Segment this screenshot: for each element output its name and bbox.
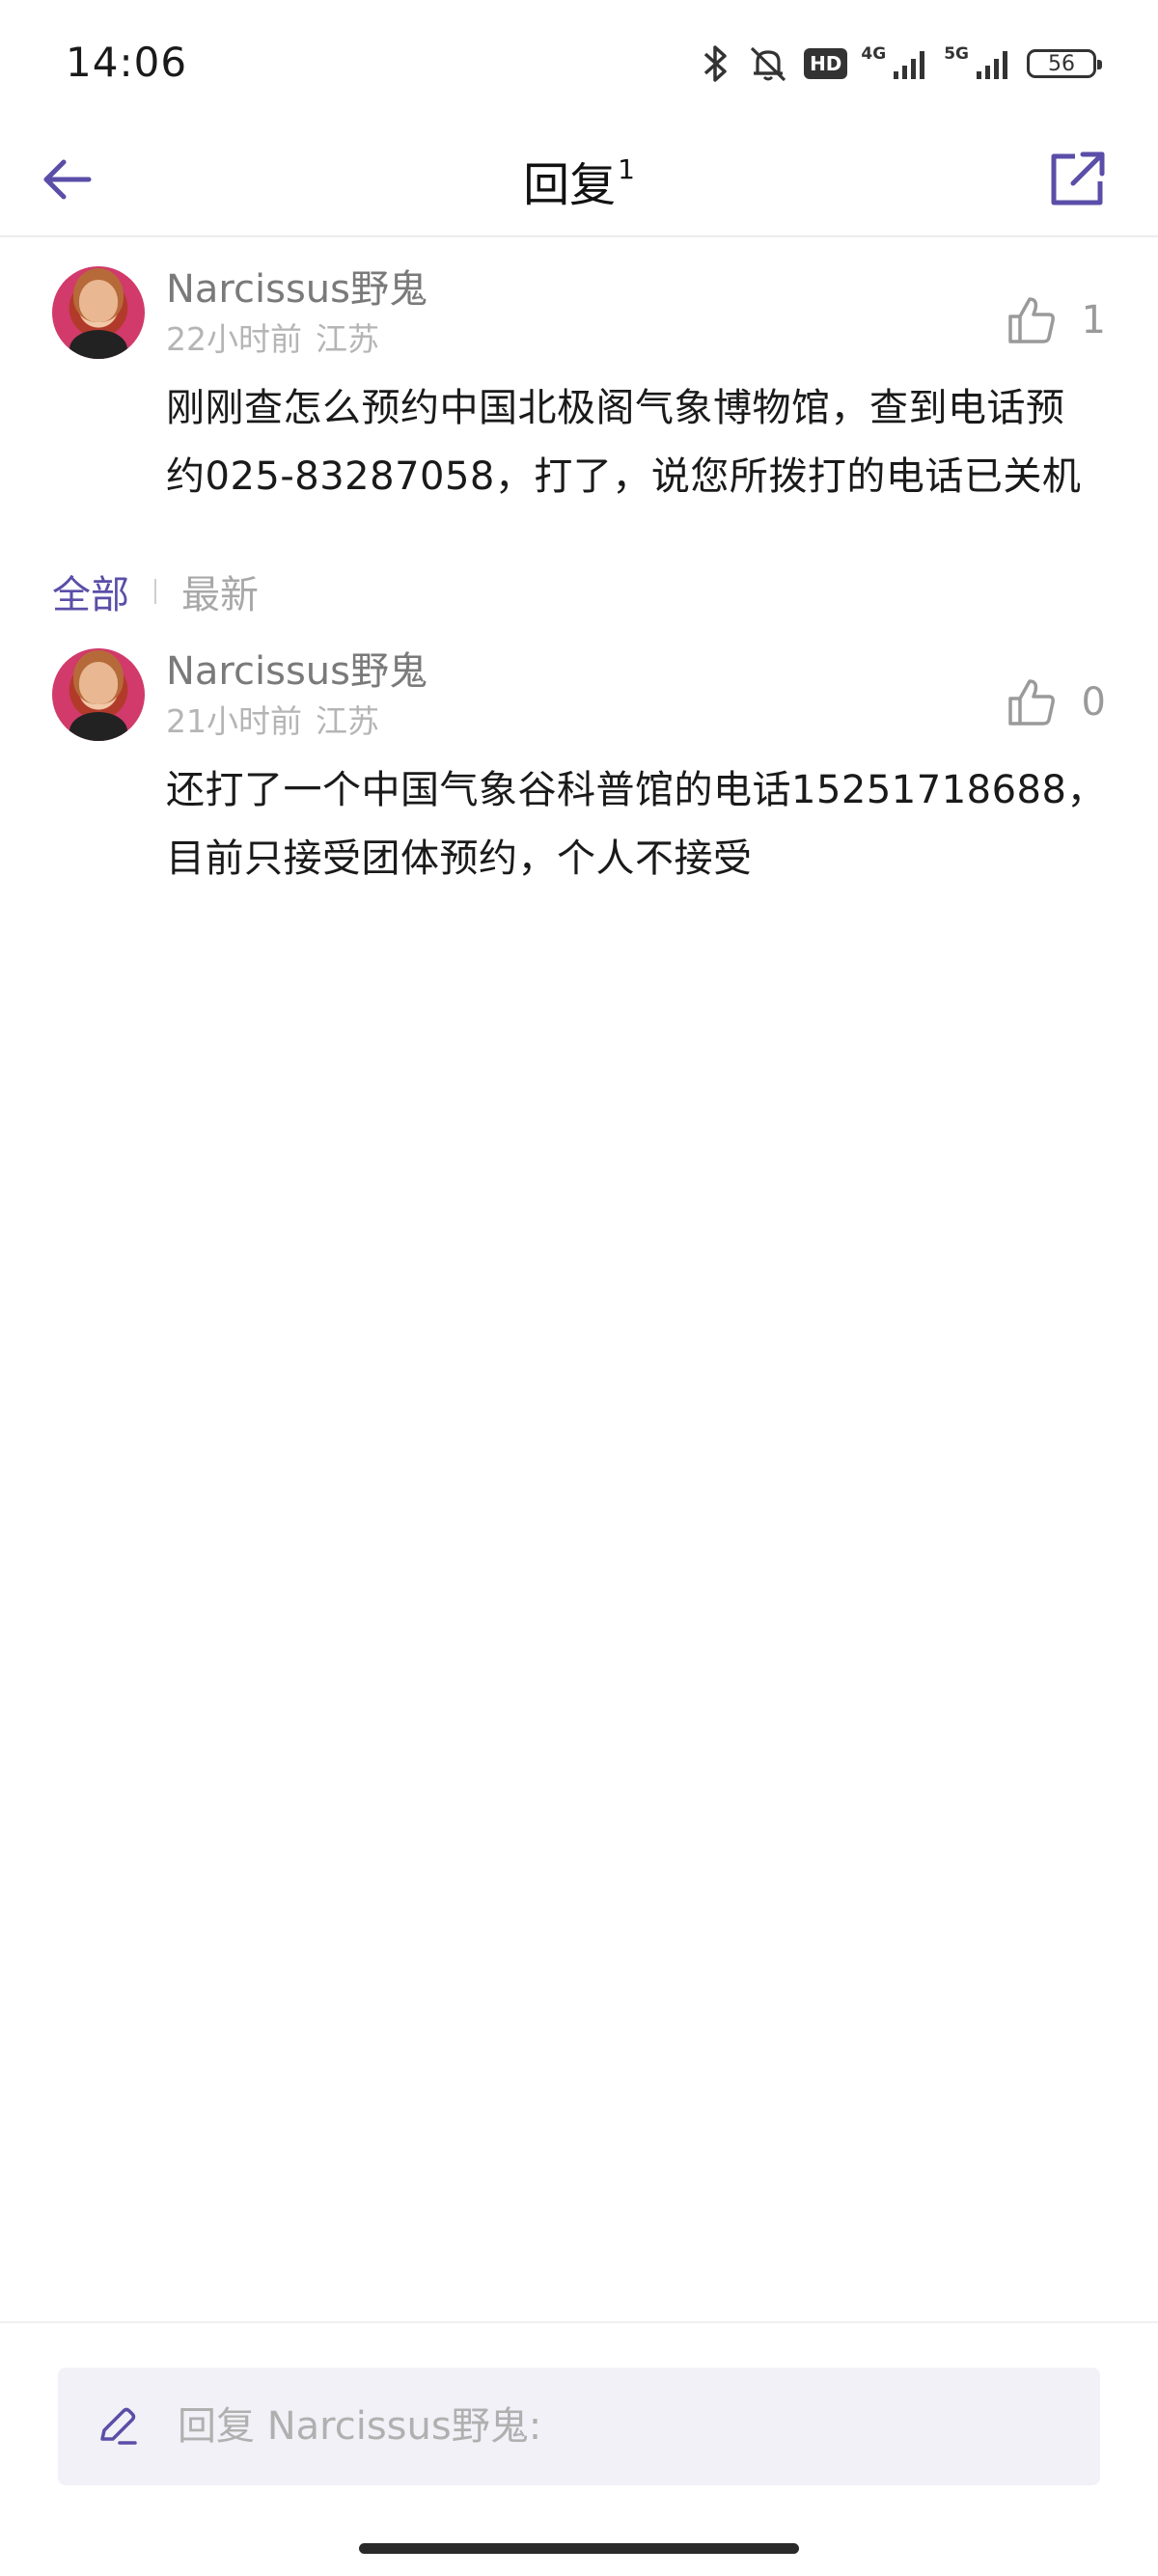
reply-input[interactable]: 回复 Narcissus野鬼: — [58, 2368, 1100, 2485]
reply-location: 江苏 — [316, 702, 379, 740]
tab-all[interactable]: 全部 — [52, 563, 129, 619]
sort-tabs: 全部 最新 — [52, 563, 259, 619]
reply-time: 21小时前 — [166, 702, 302, 740]
comment-username[interactable]: Narcissus野鬼 — [166, 264, 427, 315]
reply-count: 1 — [618, 153, 635, 185]
comment-line: 刚刚查怎么预约中国北极阁气象博物馆，查到电话预 — [166, 386, 1065, 430]
reply-meta: 21小时前 江苏 — [166, 700, 379, 743]
hd-voice-badge: HD — [804, 48, 848, 79]
top-nav-bar: 回复1 — [0, 125, 1158, 237]
signal-4g-icon — [894, 51, 925, 79]
like-button[interactable]: 1 — [1006, 295, 1106, 345]
like-count: 1 — [1081, 298, 1106, 343]
battery-level: 56 — [1048, 51, 1075, 76]
reply-username[interactable]: Narcissus野鬼 — [166, 646, 427, 697]
share-button[interactable] — [1046, 147, 1110, 210]
comment-body: 刚刚查怎么预约中国北极阁气象博物馆，查到电话预 约025-83287058，打了… — [166, 374, 1112, 511]
network-5g-label: 5G — [944, 44, 969, 64]
thumbs-up-icon — [1007, 297, 1055, 343]
like-count: 0 — [1081, 680, 1106, 725]
avatar[interactable] — [52, 266, 145, 359]
comment-line: 目前只接受团体预约，个人不接受 — [166, 836, 753, 881]
bluetooth-icon — [703, 45, 727, 82]
battery-icon: 56 — [1027, 49, 1102, 78]
thumbs-up-icon — [1007, 679, 1055, 726]
network-4g-label: 4G — [861, 44, 887, 64]
comment-time: 22小时前 — [166, 320, 302, 358]
share-external-icon — [1051, 151, 1105, 206]
tab-divider — [154, 579, 156, 604]
reply-placeholder: 回复 Narcissus野鬼: — [178, 2404, 542, 2449]
status-time: 14:06 — [66, 39, 188, 86]
status-icons: HD 4G 5G 56 — [700, 42, 1102, 85]
home-indicator[interactable] — [359, 2543, 799, 2554]
status-bar: 14:06 HD 4G 5G 56 — [0, 0, 1158, 125]
comment-meta: 22小时前 江苏 — [166, 318, 379, 361]
comment-line: 约025-83287058，打了，说您所拨打的电话已关机 — [166, 454, 1082, 499]
comment-line: 还打了一个中国气象谷科普馆的电话15251718688， — [166, 768, 1106, 812]
reply-body: 还打了一个中国气象谷科普馆的电话15251718688， 目前只接受团体预约，个… — [166, 756, 1112, 893]
mute-bell-icon — [750, 46, 786, 82]
bottom-divider — [0, 2321, 1158, 2323]
avatar[interactable] — [52, 648, 145, 741]
like-button[interactable]: 0 — [1006, 677, 1106, 727]
signal-5g-icon — [977, 51, 1007, 79]
comment-location: 江苏 — [316, 320, 379, 358]
tab-latest[interactable]: 最新 — [181, 563, 259, 619]
page-title-text: 回复 — [523, 158, 617, 212]
page-title: 回复1 — [0, 145, 1158, 216]
pencil-icon — [100, 2407, 137, 2445]
reply-detail-page: 14:06 HD 4G 5G 56 回复1 Narcissus野鬼 22小时前 … — [0, 0, 1158, 2576]
